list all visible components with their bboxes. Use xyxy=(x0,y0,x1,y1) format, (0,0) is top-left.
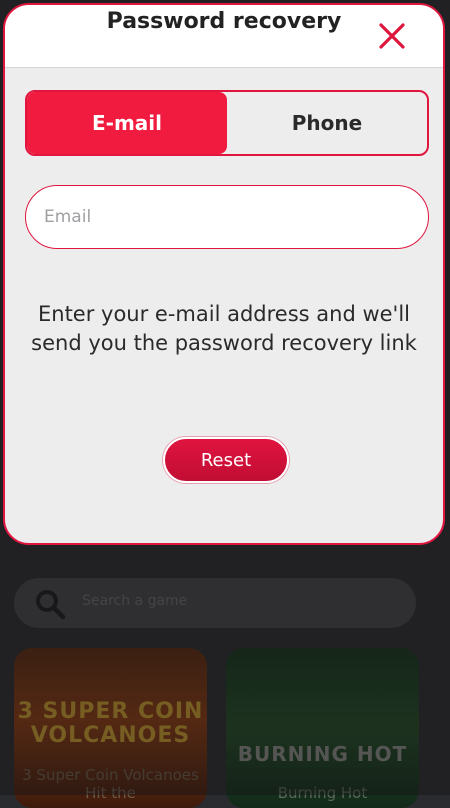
modal-header: Password recovery xyxy=(5,5,443,68)
tab-email[interactable]: E-mail xyxy=(27,92,227,154)
modal-title: Password recovery xyxy=(106,9,342,34)
password-recovery-modal: Password recovery E-mail Phone Enter you… xyxy=(3,3,445,545)
recovery-method-tabs: E-mail Phone xyxy=(25,90,429,156)
recovery-hint-text: Enter your e-mail address and we'll send… xyxy=(31,302,417,355)
reset-button[interactable]: Reset xyxy=(163,437,289,483)
close-icon[interactable] xyxy=(377,21,407,51)
email-field[interactable] xyxy=(25,185,429,249)
tab-phone[interactable]: Phone xyxy=(227,92,427,154)
